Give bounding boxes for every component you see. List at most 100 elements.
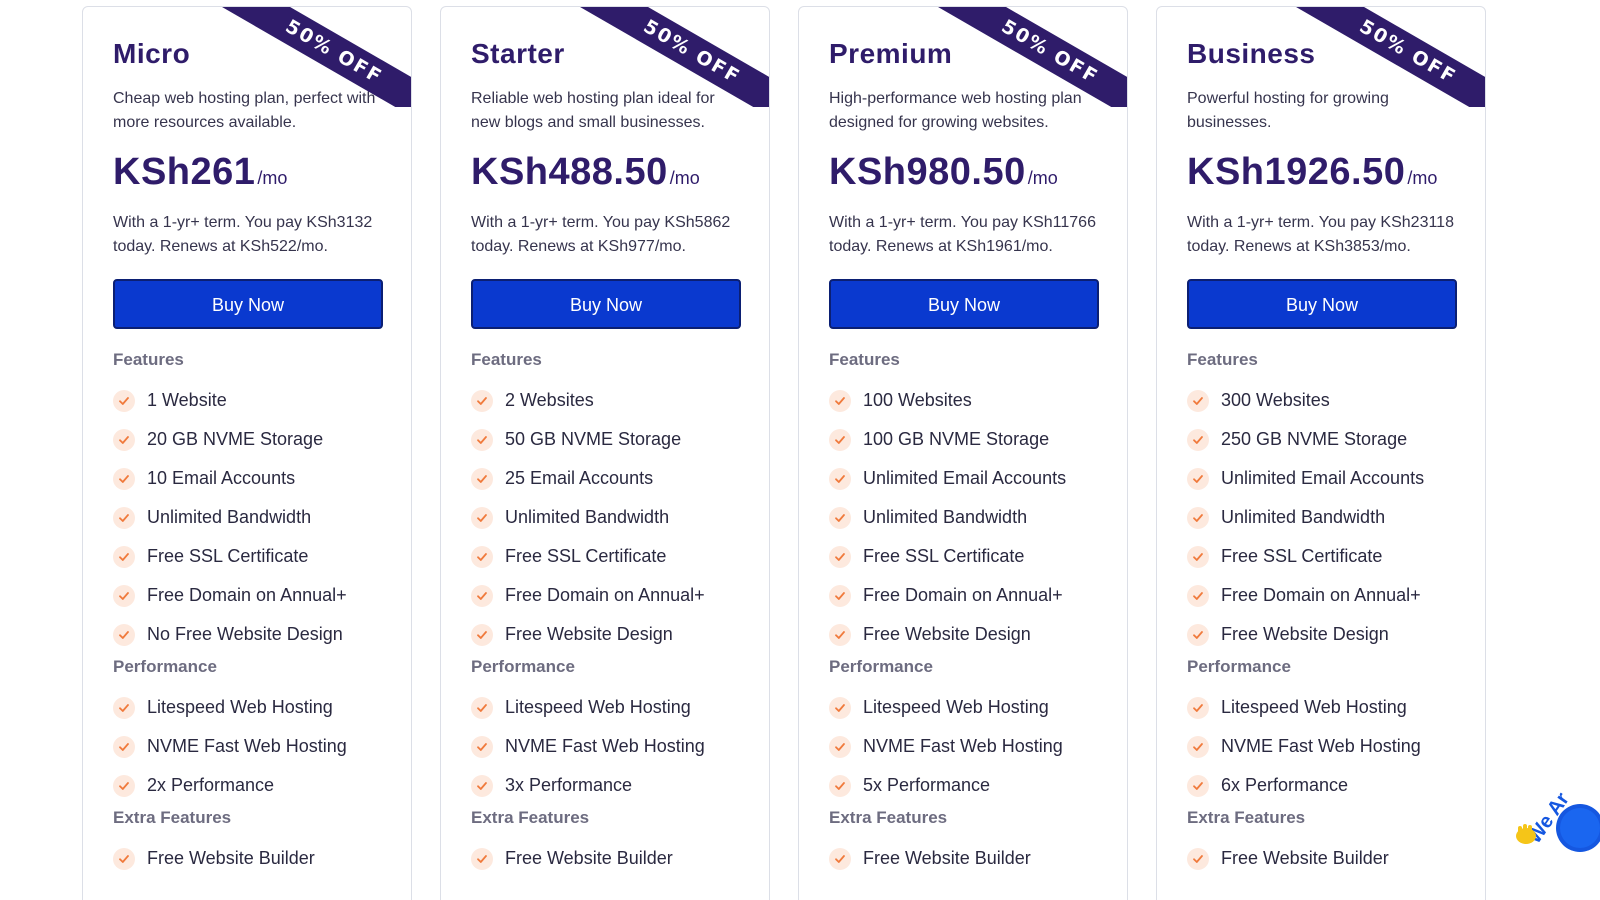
extra-features-section-title: Extra Features [1187, 808, 1306, 827]
extra-features-section-title: Extra Features [113, 808, 232, 827]
feature-label: Free Website Builder [1221, 848, 1389, 868]
extra-features-list: Free Website Builder [471, 839, 741, 878]
discount-ribbon: 50% OFF [937, 7, 1127, 107]
discount-ribbon: 50% OFF [1295, 7, 1485, 107]
feature-label: 10 Email Accounts [147, 468, 296, 488]
check-icon [471, 545, 493, 568]
feature-label: Litespeed Web Hosting [147, 697, 333, 717]
extra-features-section-title: Extra Features [471, 808, 590, 827]
feature-label: Litespeed Web Hosting [505, 697, 691, 717]
feature-label: Free Website Builder [147, 848, 315, 868]
features-list: 100 Websites 100 GB NVME Storage Unlimited… [829, 381, 1099, 654]
feature-label: Free Domain on Annual+ [147, 585, 347, 605]
feature-label: NVME Fast Web Hosting [147, 736, 347, 756]
feature-item: Unlimited Email Accounts [829, 459, 1099, 498]
discount-ribbon-label: 50% OFF [221, 7, 411, 107]
check-icon [471, 584, 493, 607]
check-icon [829, 506, 851, 529]
check-icon [471, 467, 493, 490]
plan-term: With a 1-yr+ term. You pay KSh5862 today… [471, 214, 731, 255]
feature-item: NVME Fast Web Hosting [1187, 727, 1457, 766]
plan-price: KSh980.50 [829, 151, 1026, 193]
feature-item: Free SSL Certificate [113, 537, 383, 576]
feature-label: 25 Email Accounts [505, 468, 654, 488]
feature-label: Litespeed Web Hosting [1221, 697, 1407, 717]
price-row: KSh261 /mo [113, 151, 383, 199]
buy-now-button[interactable]: Buy Now [829, 279, 1099, 329]
plan-term: With a 1-yr+ term. You pay KSh11766 toda… [829, 214, 1096, 255]
feature-label: Unlimited Email Accounts [863, 468, 1067, 488]
feature-item: 2x Performance [113, 766, 383, 805]
feature-label: Free SSL Certificate [505, 546, 667, 566]
plan-price: KSh488.50 [471, 151, 668, 193]
feature-item: Free SSL Certificate [1187, 537, 1457, 576]
feature-item: 2 Websites [471, 381, 741, 420]
discount-ribbon: 50% OFF [579, 7, 769, 107]
feature-item: Litespeed Web Hosting [1187, 688, 1457, 727]
performance-section-title: Performance [471, 657, 575, 676]
price-row: KSh980.50 /mo [829, 151, 1099, 199]
price-row: KSh1926.50 /mo [1187, 151, 1457, 199]
check-icon [1187, 467, 1209, 490]
check-icon [113, 696, 135, 719]
check-icon [471, 696, 493, 719]
check-icon [113, 467, 135, 490]
feature-label: Unlimited Email Accounts [1221, 468, 1425, 488]
feature-item: Unlimited Email Accounts [1187, 459, 1457, 498]
feature-label: Unlimited Bandwidth [147, 507, 312, 527]
plan-price: KSh1926.50 [1187, 151, 1406, 193]
check-icon [829, 389, 851, 412]
feature-item: 250 GB NVME Storage [1187, 420, 1457, 459]
plan-term: With a 1-yr+ term. You pay KSh3132 today… [113, 214, 373, 255]
feature-label: 250 GB NVME Storage [1221, 429, 1408, 449]
buy-now-button[interactable]: Buy Now [471, 279, 741, 329]
feature-label: Free Domain on Annual+ [505, 585, 705, 605]
performance-section-title: Performance [1187, 657, 1291, 676]
feature-label: Free Domain on Annual+ [1221, 585, 1421, 605]
plan-card: 50% OFF Premium High-performance web hos… [798, 6, 1128, 900]
features-section-title: Features [471, 350, 542, 369]
check-icon [113, 389, 135, 412]
check-icon [471, 428, 493, 451]
feature-label: Free Website Design [1221, 624, 1389, 644]
buy-now-button[interactable]: Buy Now [1187, 279, 1457, 329]
features-list: 2 Websites 50 GB NVME Storage 25 Email Acc… [471, 381, 741, 654]
check-icon [113, 584, 135, 607]
check-icon [1187, 847, 1209, 870]
feature-label: Unlimited Bandwidth [863, 507, 1028, 527]
feature-label: 1 Website [147, 390, 227, 410]
check-icon [471, 623, 493, 646]
discount-ribbon-label: 50% OFF [579, 7, 769, 107]
chat-widget[interactable]: We Ar [1510, 770, 1600, 870]
feature-label: 20 GB NVME Storage [147, 429, 324, 449]
features-list: 1 Website 20 GB NVME Storage 10 Email Acco… [113, 381, 383, 654]
feature-item: Free Domain on Annual+ [471, 576, 741, 615]
check-icon [1187, 506, 1209, 529]
check-icon [1187, 735, 1209, 758]
plan-card: 50% OFF Business Powerful hosting for gr… [1156, 6, 1486, 900]
feature-item: Free SSL Certificate [829, 537, 1099, 576]
performance-list: Litespeed Web Hosting NVME Fast Web Hosti… [113, 688, 383, 805]
price-row: KSh488.50 /mo [471, 151, 741, 199]
check-icon [829, 696, 851, 719]
feature-label: 6x Performance [1221, 775, 1349, 795]
feature-label: NVME Fast Web Hosting [1221, 736, 1421, 756]
check-icon [829, 623, 851, 646]
check-icon [829, 735, 851, 758]
check-icon [1187, 389, 1209, 412]
check-icon [113, 428, 135, 451]
feature-item: Free Website Builder [471, 839, 741, 878]
feature-label: Litespeed Web Hosting [863, 697, 1049, 717]
check-icon [829, 428, 851, 451]
feature-label: Unlimited Bandwidth [1221, 507, 1386, 527]
features-list: 300 Websites 250 GB NVME Storage Unlimited… [1187, 381, 1457, 654]
plan-price: KSh261 [113, 151, 256, 193]
check-icon [1187, 545, 1209, 568]
check-icon [113, 545, 135, 568]
feature-item: Free Domain on Annual+ [829, 576, 1099, 615]
performance-section-title: Performance [829, 657, 933, 676]
check-icon [471, 506, 493, 529]
feature-item: Free Domain on Annual+ [1187, 576, 1457, 615]
buy-now-button[interactable]: Buy Now [113, 279, 383, 329]
feature-label: Free SSL Certificate [863, 546, 1025, 566]
